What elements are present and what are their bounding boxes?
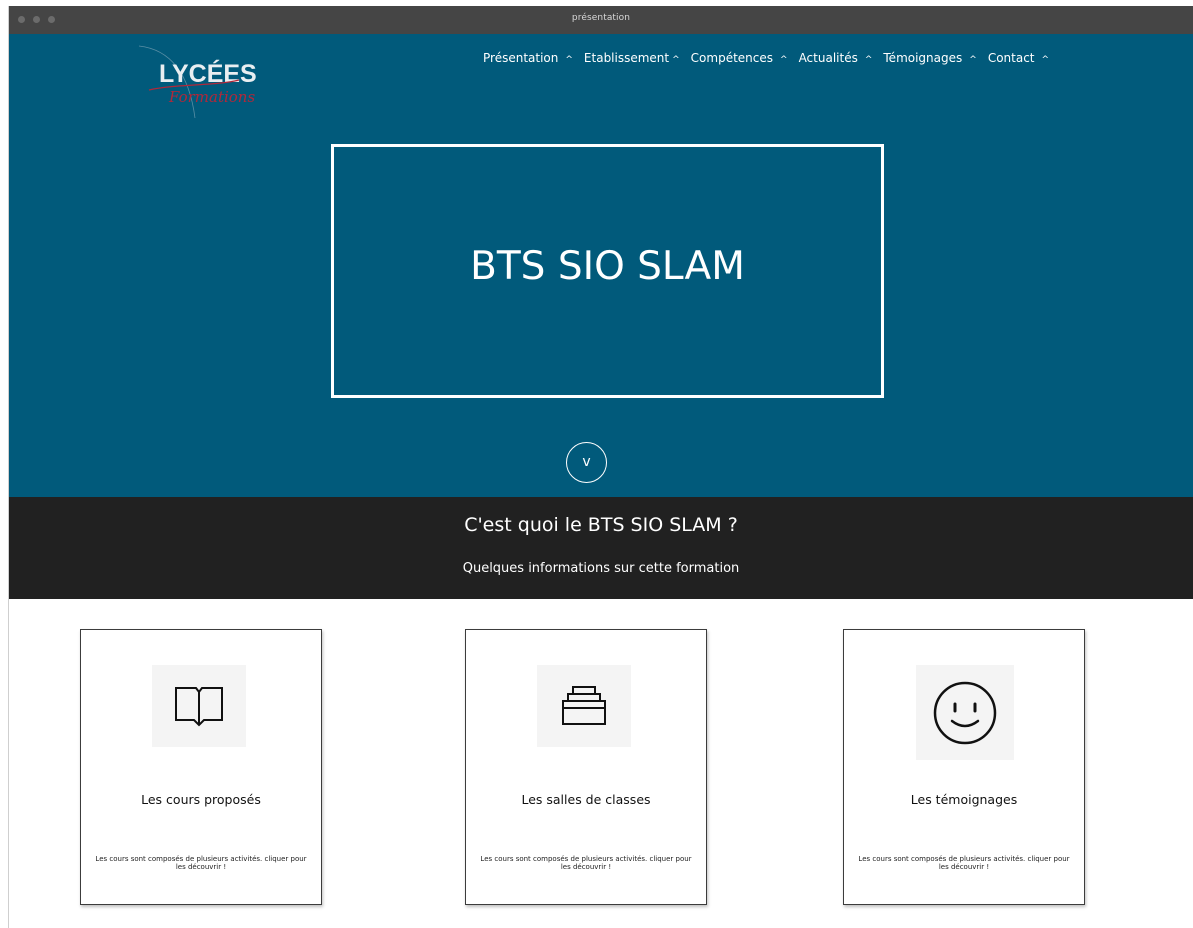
site-logo[interactable]: LYCÉES Formations (135, 40, 285, 120)
card-title: Les cours proposés (141, 792, 261, 807)
card-temoignages[interactable]: Les témoignages Les cours sont composés … (843, 629, 1085, 905)
card-cours[interactable]: Les cours proposés Les cours sont compos… (80, 629, 322, 905)
caret-up-icon: ^ (672, 55, 680, 65)
section-subtitle: Quelques informations sur cette formatio… (462, 561, 740, 576)
nav-item-presentation[interactable]: Présentation ^ (483, 51, 573, 65)
logo-script-text: Formations (168, 88, 255, 106)
caret-up-icon: ^ (565, 55, 573, 65)
card-salles[interactable]: Les salles de classes Les cours sont com… (465, 629, 707, 905)
card-title: Les salles de classes (521, 792, 651, 807)
browser-window: présentation LYCÉES Formations Présentat… (8, 6, 1193, 928)
caret-up-icon: ^ (969, 55, 977, 65)
window-titlebar: présentation (9, 6, 1193, 34)
caret-up-icon: ^ (780, 55, 788, 65)
nav-item-contact[interactable]: Contact ^ (988, 51, 1049, 65)
stacked-trays-icon (537, 665, 631, 747)
hero-section: LYCÉES Formations Présentation ^ Etabliss… (9, 34, 1193, 497)
scroll-down-button[interactable]: v (566, 442, 607, 483)
caret-up-icon: ^ (864, 55, 873, 65)
lycees-logo-icon: LYCÉES Formations (138, 45, 257, 119)
hero-title: BTS SIO SLAM (470, 244, 745, 289)
card-description: Les cours sont composés de plusieurs act… (95, 855, 307, 871)
section-title: C'est quoi le BTS SIO SLAM ? (464, 514, 738, 536)
smiley-face-icon (916, 665, 1014, 760)
nav-item-temoignages[interactable]: Témoignages ^ (883, 51, 976, 65)
card-description: Les cours sont composés de plusieurs act… (858, 855, 1070, 871)
card-title: Les témoignages (910, 792, 1018, 807)
nav-item-competences[interactable]: Compétences ^ (691, 51, 788, 65)
nav-item-etablissement[interactable]: Etablissement ^ (584, 51, 680, 65)
main-nav: Présentation ^ Etablissement ^ Compétences… (483, 51, 1060, 65)
caret-up-icon: ^ (1041, 55, 1050, 65)
open-book-icon (152, 665, 246, 747)
window-title: présentation (571, 13, 631, 23)
card-description: Les cours sont composés de plusieurs act… (480, 855, 692, 871)
info-banner: C'est quoi le BTS SIO SLAM ? Quelques in… (9, 497, 1193, 599)
nav-item-actualites[interactable]: Actualités ^ (799, 51, 873, 65)
hero-title-frame: BTS SIO SLAM (331, 144, 884, 398)
